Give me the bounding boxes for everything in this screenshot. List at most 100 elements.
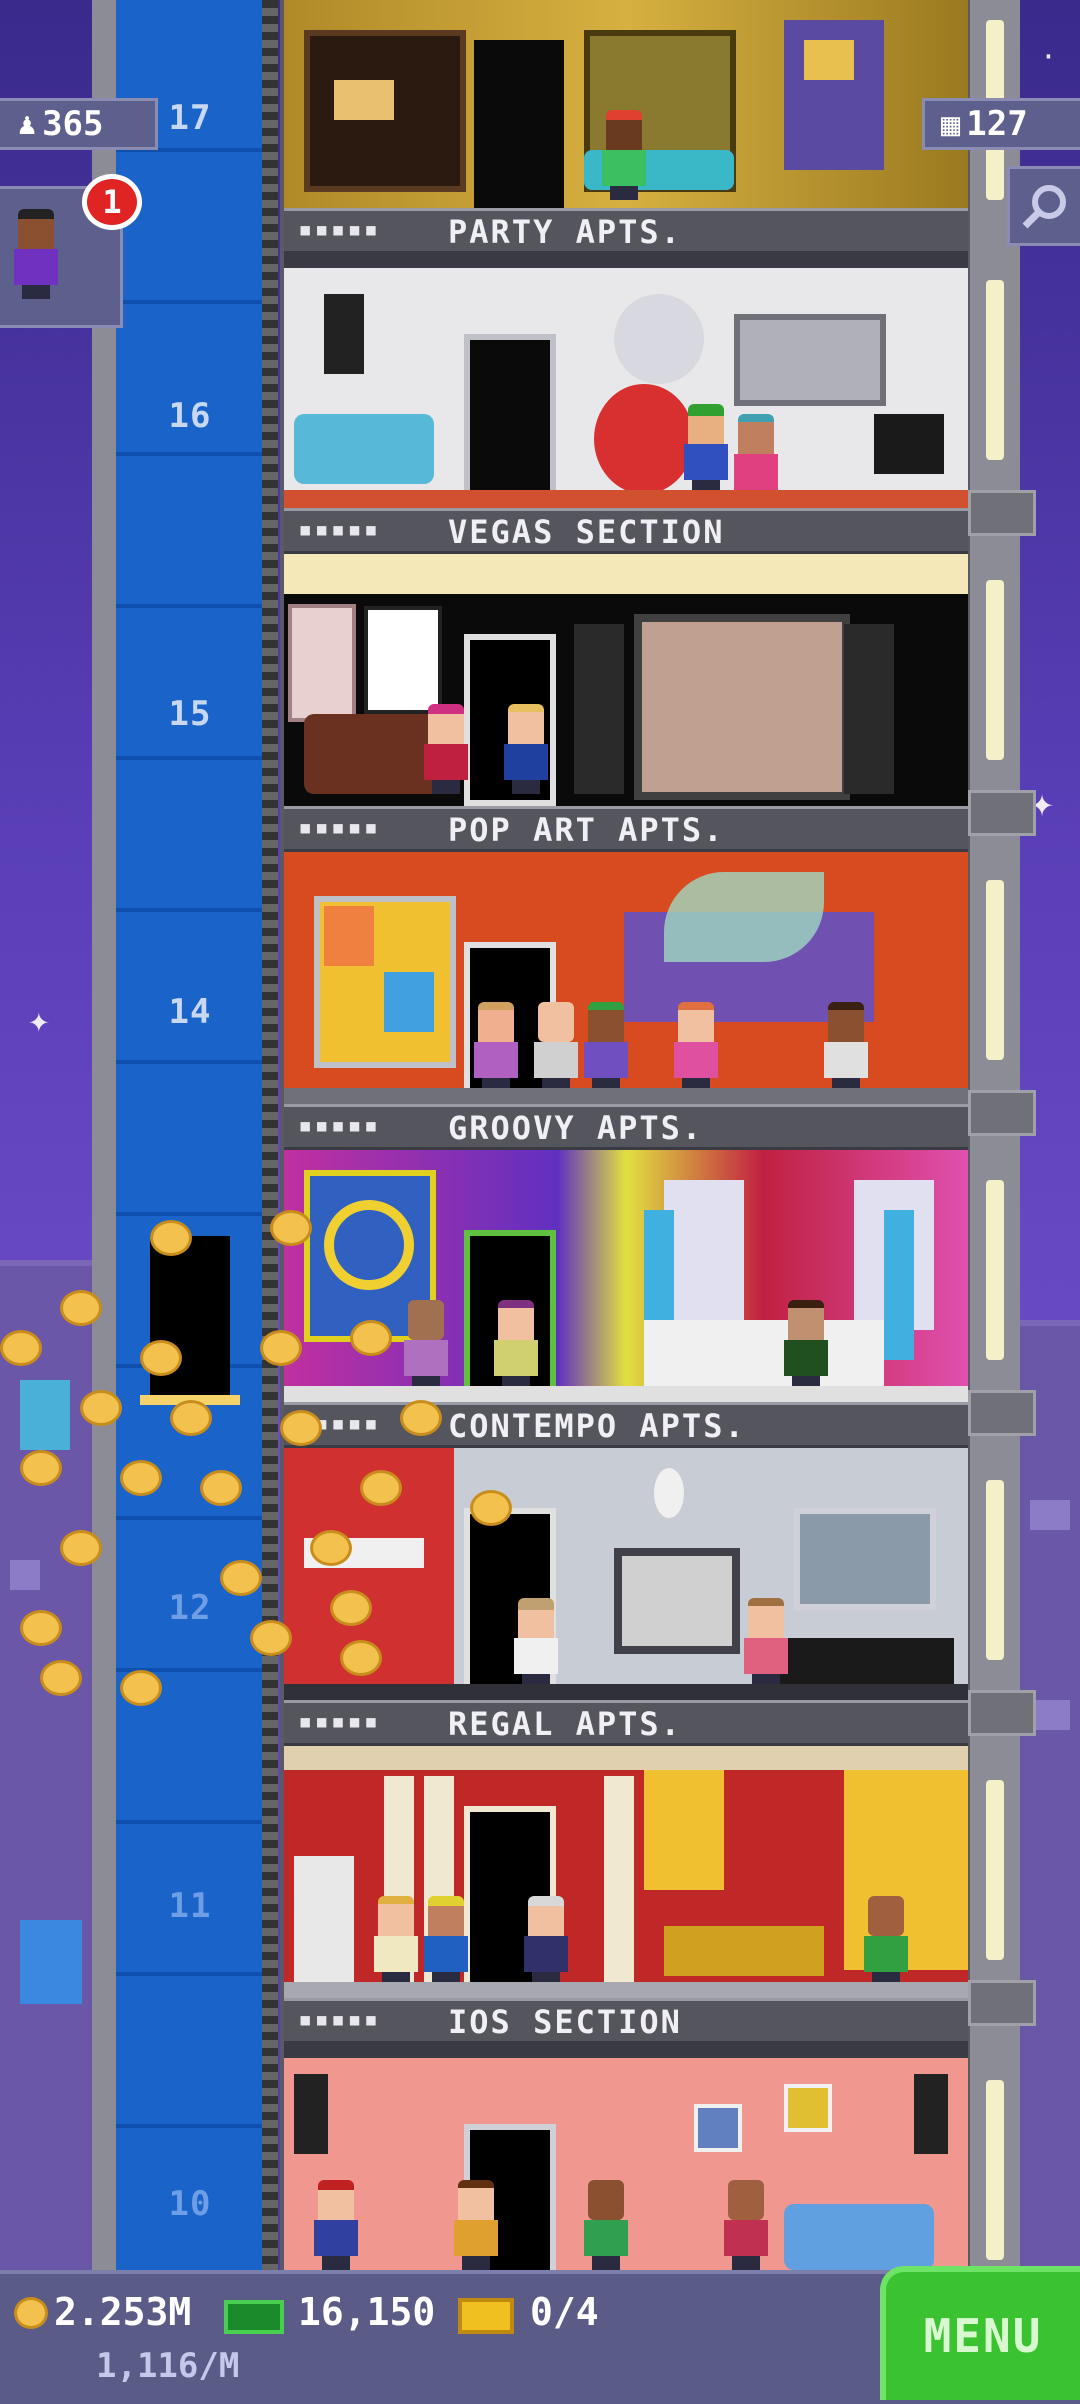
floor-name: REGAL APTS. — [448, 1705, 682, 1743]
background-window — [20, 1380, 70, 1450]
tv-icon — [634, 614, 850, 800]
floor-name: POP ART APTS. — [448, 811, 725, 849]
bitizen[interactable] — [584, 1002, 628, 1092]
search-button[interactable] — [1007, 166, 1080, 246]
floor-14-room[interactable] — [284, 852, 968, 1110]
notification-badge: 1 — [82, 174, 142, 230]
coin-icon — [20, 1450, 62, 1486]
floor-counter[interactable]: ▦ 127 — [922, 98, 1080, 150]
coin-icon — [340, 1640, 382, 1676]
population-value: 365 — [42, 104, 104, 144]
bitizen[interactable] — [744, 1598, 788, 1688]
pillar-joint — [968, 1690, 1036, 1736]
floor-name-banner[interactable]: ▪▪▪▪▪ PARTY APTS. — [284, 208, 968, 254]
floor-11-room[interactable] — [284, 1746, 968, 2004]
floor-10-room[interactable] — [284, 2044, 968, 2270]
bitizen[interactable] — [314, 2180, 358, 2270]
coin-icon — [280, 1410, 322, 1446]
bux-balance[interactable]: 16,150 — [298, 2290, 435, 2334]
sofa-icon — [784, 2204, 934, 2270]
elevator-rail — [262, 0, 278, 2270]
elevator-shaft[interactable] — [116, 0, 264, 2270]
pendant-lamp-icon — [654, 1468, 684, 1518]
pop-art-face — [384, 972, 434, 1032]
coin-icon — [60, 1530, 102, 1566]
lamp-icon — [334, 80, 394, 120]
ceiling — [284, 554, 968, 594]
background-window — [1030, 1500, 1070, 1530]
menu-button[interactable]: MENU — [880, 2266, 1080, 2400]
coin-icon — [270, 1210, 312, 1246]
bitizen[interactable] — [504, 704, 548, 794]
magnifier-icon — [1022, 185, 1066, 229]
floor-stars: ▪▪▪▪▪ — [298, 813, 381, 841]
sofa-icon — [294, 414, 434, 484]
floor-number: 11 — [168, 1886, 212, 1926]
coin-icon — [140, 1340, 182, 1376]
floor-16-room[interactable] — [284, 254, 968, 512]
pillar-light — [986, 280, 1004, 460]
floor-name: VEGAS SECTION — [448, 513, 725, 551]
bitizen[interactable] — [684, 404, 728, 494]
speaker-icon — [844, 624, 894, 794]
union-jack-flag — [664, 1180, 744, 1330]
floor-13-room[interactable] — [284, 1150, 968, 1408]
floor-name-banner[interactable]: ▪▪▪▪▪ REGAL APTS. — [284, 1700, 968, 1746]
bitizen[interactable] — [864, 1896, 908, 1986]
floor-name-banner[interactable]: ▪▪▪▪▪ GROOVY APTS. — [284, 1104, 968, 1150]
person-icon: ♟ — [18, 106, 37, 142]
bitizen[interactable] — [424, 704, 468, 794]
coin-rate: 1,116/M — [96, 2346, 240, 2386]
bitizen[interactable] — [674, 1002, 718, 1092]
bitizen[interactable] — [474, 1002, 518, 1092]
bitizen[interactable] — [602, 110, 646, 200]
floor-number: 16 — [168, 396, 212, 436]
floor-name: IOS SECTION — [448, 2003, 682, 2041]
coin-icon — [0, 1330, 42, 1366]
speaker-icon — [324, 294, 364, 374]
pop-art-face — [324, 906, 374, 966]
pillar-light — [986, 1780, 1004, 1960]
pillar-light — [986, 1480, 1004, 1660]
ticket-counter[interactable]: 0/4 — [530, 2290, 599, 2334]
floor-name-banner[interactable]: ▪▪▪▪▪ CONTEMPO APTS. — [284, 1402, 968, 1448]
cornice — [284, 1746, 968, 1770]
statue-icon — [294, 1856, 354, 1986]
building-icon: ▦ — [941, 105, 961, 143]
bitizen[interactable] — [494, 1300, 538, 1390]
floor-name-banner[interactable]: ▪▪▪▪▪ VEGAS SECTION — [284, 508, 968, 554]
floor-name: CONTEMPO APTS. — [448, 1407, 746, 1445]
floor-stars: ▪▪▪▪▪ — [298, 215, 381, 243]
bux-banknote-icon — [224, 2300, 284, 2334]
bitizen[interactable] — [584, 2180, 628, 2270]
speaker-icon — [574, 624, 624, 794]
floor-15-room[interactable] — [284, 554, 968, 812]
floor-stars: ▪▪▪▪▪ — [298, 1111, 381, 1139]
floor-name-banner[interactable]: ▪▪▪▪▪ POP ART APTS. — [284, 806, 968, 852]
lamp-icon — [664, 872, 824, 962]
bitizen[interactable] — [454, 2180, 498, 2270]
coin-balance[interactable]: 2.253M — [54, 2290, 191, 2334]
coin-icon — [60, 1290, 102, 1326]
bitizen[interactable] — [514, 1598, 558, 1688]
coin-icon — [310, 1530, 352, 1566]
lava-lamp-icon — [884, 1210, 914, 1360]
bitizen[interactable] — [784, 1300, 828, 1390]
bitizen[interactable] — [824, 1002, 868, 1092]
population-counter[interactable]: ♟ 365 — [0, 98, 158, 150]
ceiling — [284, 254, 968, 268]
floor-number: 15 — [168, 694, 212, 734]
tv-icon — [734, 314, 886, 406]
bitizen[interactable] — [424, 1896, 468, 1986]
bitizen[interactable] — [404, 1300, 448, 1390]
coin-icon — [200, 1470, 242, 1506]
floor-17-room[interactable] — [284, 0, 968, 208]
bitizen[interactable] — [534, 1002, 578, 1092]
floor-name-banner[interactable]: ▪▪▪▪▪ IOS SECTION — [284, 1998, 968, 2044]
bitizen[interactable] — [374, 1896, 418, 1986]
door — [464, 334, 556, 506]
background-building — [1020, 1320, 1080, 2276]
bitizen[interactable] — [524, 1896, 568, 1986]
bitizen[interactable] — [724, 2180, 768, 2270]
coin-icon — [470, 1490, 512, 1526]
